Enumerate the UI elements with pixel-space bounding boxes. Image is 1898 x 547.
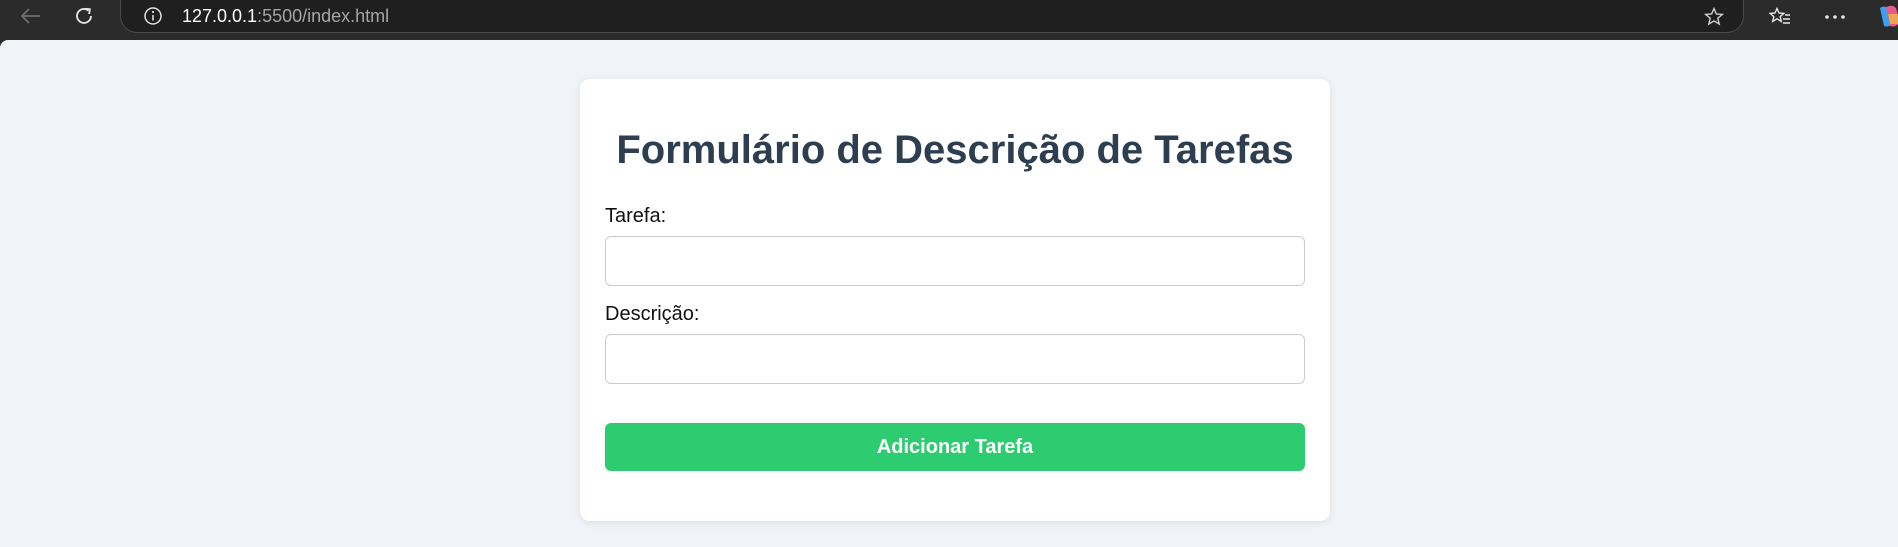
task-input[interactable] <box>605 236 1305 286</box>
info-icon[interactable] <box>143 6 163 26</box>
address-bar[interactable]: 127.0.0.1:5500/index.html <box>120 0 1744 33</box>
task-form-card: Formulário de Descrição de Tarefas Taref… <box>580 79 1330 521</box>
url-host: 127.0.0.1 <box>182 6 258 26</box>
star-icon[interactable] <box>1703 6 1725 33</box>
browser-toolbar: 127.0.0.1:5500/index.html <box>0 0 1898 40</box>
description-label: Descrição: <box>605 303 700 325</box>
back-arrow-icon[interactable] <box>10 0 50 32</box>
page-title: Formulário de Descrição de Tarefas <box>616 128 1294 172</box>
refresh-icon[interactable] <box>64 0 104 32</box>
more-icon[interactable] <box>1820 4 1850 30</box>
task-label: Tarefa: <box>605 205 667 227</box>
copilot-icon[interactable] <box>1874 4 1898 30</box>
url-text[interactable]: 127.0.0.1:5500/index.html <box>182 6 389 26</box>
description-input[interactable] <box>605 334 1305 384</box>
favorites-icon[interactable] <box>1765 4 1795 30</box>
add-task-button[interactable]: Adicionar Tarefa <box>605 423 1305 471</box>
url-path: :5500/index.html <box>257 6 390 26</box>
page-viewport: Formulário de Descrição de Tarefas Taref… <box>0 40 1898 547</box>
